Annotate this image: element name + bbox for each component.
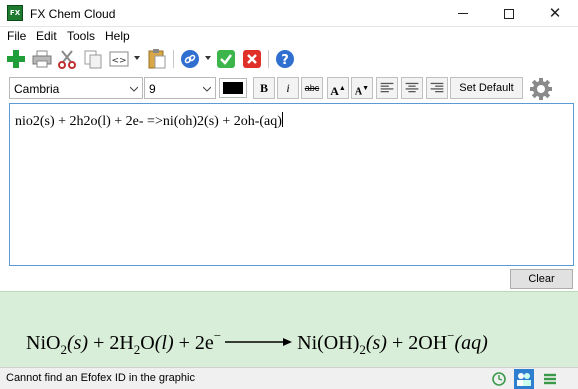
status-bar: Cannot find an Efofex ID in the graphic	[0, 367, 578, 389]
link-dropdown-icon[interactable]	[205, 56, 211, 60]
menu-list-icon[interactable]	[541, 370, 559, 388]
eq-charge: −	[213, 328, 222, 343]
menu-file[interactable]: File	[7, 29, 26, 43]
eq-text: O	[140, 332, 155, 354]
eq-text: + 2e	[173, 332, 214, 354]
eq-nio: NiO	[26, 332, 61, 354]
maximize-button[interactable]	[486, 0, 532, 27]
menu-edit[interactable]: Edit	[36, 29, 57, 43]
users-view-icon[interactable]	[514, 369, 534, 389]
equation-editor[interactable]: nio2(s) + 2h2o(l) + 2e- =>ni(oh)2(s) + 2…	[9, 103, 574, 266]
window-title: FX Chem Cloud	[30, 7, 116, 21]
code-export-icon[interactable]: <>	[108, 48, 130, 70]
editor-text-content[interactable]: nio2(s) + 2h2o(l) + 2e- =>ni(oh)2(s) + 2…	[15, 112, 283, 130]
svg-text:<>: <>	[111, 56, 126, 66]
shrink-font-button[interactable]: A▼	[351, 77, 373, 99]
toolbar-divider	[268, 50, 269, 68]
align-right-icon[interactable]	[426, 77, 448, 99]
font-name-value: Cambria	[14, 82, 60, 96]
toolbar-divider	[173, 50, 174, 68]
minimize-button[interactable]	[440, 0, 486, 27]
history-clock-icon[interactable]	[490, 370, 508, 388]
font-size-select[interactable]: 9	[144, 77, 216, 99]
eq-text: + 2H	[88, 332, 134, 354]
grow-font-button[interactable]: A▲	[327, 77, 349, 99]
text-caret	[281, 112, 283, 127]
paste-icon[interactable]	[146, 48, 168, 70]
eq-state: (l)	[154, 332, 174, 354]
menu-bar: File Edit Tools Help	[0, 27, 578, 45]
editor-text: nio2(s) + 2h2o(l) + 2e- =>ni(oh)2(s) + 2…	[15, 114, 282, 129]
accept-check-icon[interactable]	[215, 48, 237, 70]
equation-preview: NiO2(s) + 2H2O(l) + 2e− Ni(OH)2(s) + 2OH−…	[0, 291, 578, 367]
maximize-icon	[504, 8, 514, 19]
close-icon: ✕	[548, 4, 562, 22]
eq-state: (s)	[66, 332, 89, 354]
italic-button[interactable]: i	[277, 77, 299, 99]
grow-arrow-icon: ▲	[338, 84, 346, 92]
new-plus-icon[interactable]	[5, 48, 27, 70]
svg-text:?: ?	[281, 53, 289, 68]
cut-icon[interactable]	[56, 48, 78, 70]
text-color-picker[interactable]	[219, 78, 247, 98]
help-icon[interactable]: ?	[274, 48, 296, 70]
chevron-down-icon	[203, 86, 211, 92]
strikethrough-button[interactable]: abc	[301, 77, 323, 99]
shrink-arrow-icon: ▼	[362, 84, 370, 92]
grow-font-label: A	[330, 84, 339, 98]
font-name-select[interactable]: Cambria	[9, 77, 143, 99]
chevron-down-icon	[130, 86, 138, 92]
main-toolbar: <> ?	[0, 45, 578, 73]
menu-tools[interactable]: Tools	[67, 29, 95, 43]
cancel-x-icon[interactable]	[241, 48, 263, 70]
title-bar: FX FX Chem Cloud ✕	[0, 0, 578, 27]
eq-state: (s)	[365, 332, 387, 354]
gear-icon[interactable]	[528, 76, 554, 102]
eq-text: + 2OH	[386, 332, 448, 354]
clear-button[interactable]: Clear	[510, 269, 573, 289]
print-icon[interactable]	[31, 48, 53, 70]
reaction-arrow-icon	[225, 338, 293, 346]
menu-help[interactable]: Help	[105, 29, 130, 43]
eq-state: (aq)	[454, 332, 488, 354]
align-center-icon[interactable]	[401, 77, 423, 99]
status-message: Cannot find an Efofex ID in the graphic	[6, 372, 195, 384]
eq-text: Ni(OH)	[297, 332, 360, 354]
link-icon[interactable]	[179, 48, 201, 70]
minimize-icon	[458, 13, 468, 14]
rendered-equation: NiO2(s) + 2H2O(l) + 2e− Ni(OH)2(s) + 2OH−…	[26, 328, 488, 358]
color-swatch	[223, 82, 243, 94]
set-default-font-button[interactable]: Set Default Font	[450, 77, 523, 114]
app-icon: FX	[7, 5, 23, 21]
format-toolbar: Cambria 9 B i abc A▲ A▼ Set Default Font	[0, 74, 578, 114]
align-left-icon[interactable]	[376, 77, 398, 99]
bold-button[interactable]: B	[253, 77, 275, 99]
font-size-value: 9	[149, 82, 156, 96]
copy-icon[interactable]	[82, 48, 104, 70]
close-button[interactable]: ✕	[532, 0, 578, 27]
code-export-dropdown-icon[interactable]	[134, 56, 140, 60]
